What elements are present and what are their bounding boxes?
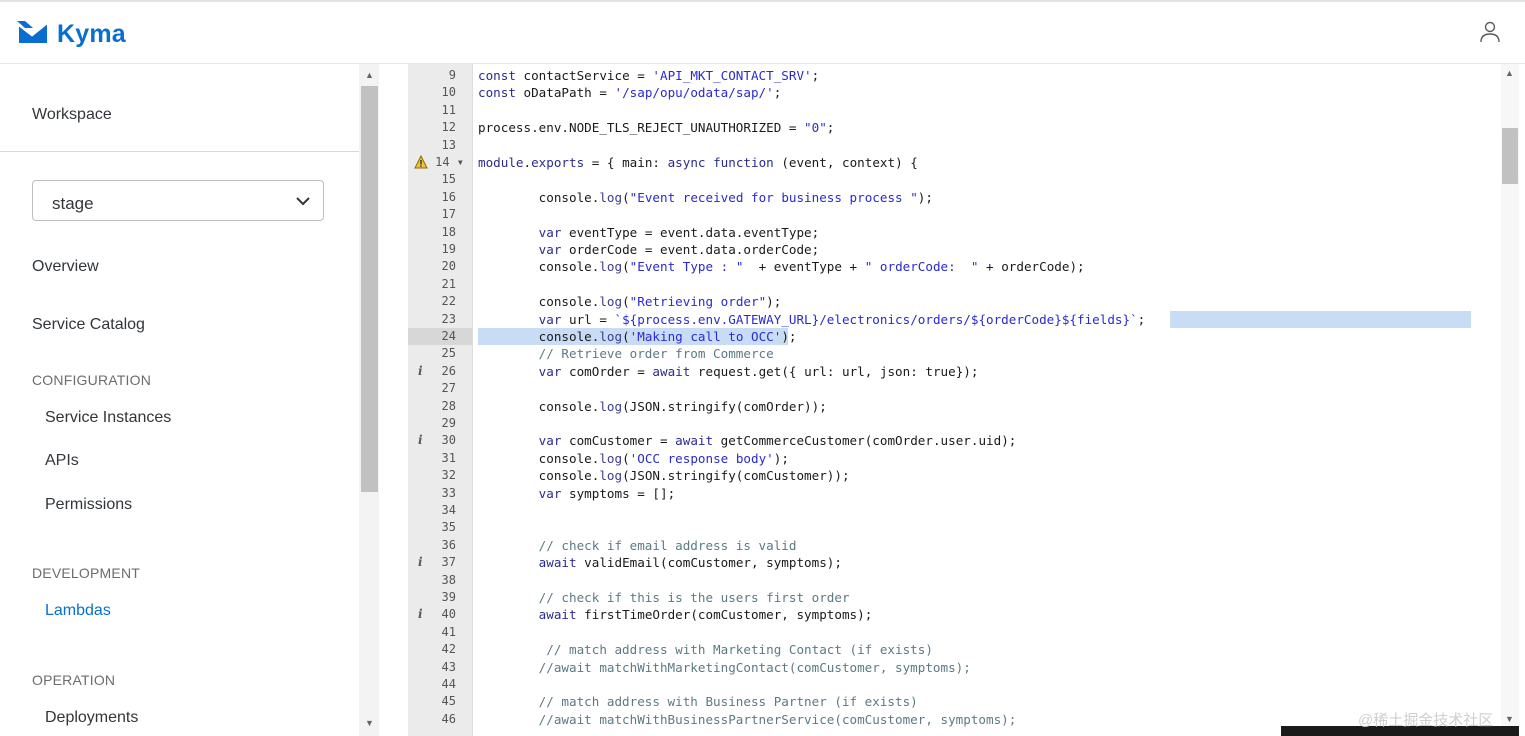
scroll-down-arrow-icon[interactable]: ▼ <box>365 718 374 728</box>
line-number: 33 <box>441 485 456 500</box>
line-number: 16 <box>441 189 456 204</box>
line-number: 12 <box>441 120 456 135</box>
code-line[interactable]: console.log('Making call to OCC'); <box>478 328 797 345</box>
code-line[interactable]: console.log("Retrieving order"); <box>478 293 782 310</box>
sidebar-item-apis[interactable]: APIs <box>45 452 79 470</box>
workspace-link[interactable]: Workspace <box>32 106 112 124</box>
line-number: 44 <box>441 677 456 691</box>
code-line[interactable]: const contactService = 'API_MKT_CONTACT_… <box>478 67 819 84</box>
line-number: 13 <box>441 137 456 152</box>
line-number: 46 <box>441 711 456 726</box>
line-number: 43 <box>441 659 456 674</box>
line-number: 21 <box>441 276 456 291</box>
info-icon[interactable]: i <box>418 363 423 380</box>
line-number: 10 <box>441 85 456 100</box>
section-configuration: CONFIGURATION <box>32 372 152 388</box>
sidebar-item-service-instances[interactable]: Service Instances <box>45 409 171 427</box>
code-line[interactable]: process.env.NODE_TLS_REJECT_UNAUTHORIZED… <box>478 119 834 136</box>
kyma-logo[interactable]: Kyma <box>17 18 126 50</box>
line-number: 19 <box>441 242 456 256</box>
code-line[interactable]: var orderCode = event.data.orderCode; <box>478 241 820 258</box>
code-line[interactable]: const oDataPath = '/sap/opu/odata/sap/'; <box>478 84 781 101</box>
code-line[interactable]: var eventType = event.data.eventType; <box>478 224 820 241</box>
line-number: 18 <box>441 224 456 239</box>
code-editor[interactable]: 9 const contactService = 'API_MKT_CONTACT… <box>380 64 1501 736</box>
line-number: 9 <box>448 68 456 82</box>
code-line[interactable]: var url = `${process.env.GATEWAY_URL}/el… <box>478 311 1146 328</box>
sidebar: Workspace stage Overview Service Catalog… <box>0 64 359 736</box>
code-line[interactable]: await validEmail(comCustomer, symptoms); <box>478 554 842 571</box>
code-line[interactable]: // check if email address is valid <box>478 537 797 554</box>
code-line[interactable]: var comCustomer = await getCommerceCusto… <box>478 432 1017 449</box>
line-number: 24 <box>441 329 456 343</box>
line-number: 20 <box>441 259 456 274</box>
line-number: 39 <box>441 590 456 604</box>
editor-scrollbar-thumb[interactable] <box>1502 128 1518 184</box>
sidebar-divider <box>0 151 359 152</box>
code-line[interactable]: // Retrieve order from Commerce <box>478 345 774 362</box>
code-line[interactable]: console.log("Event received for business… <box>478 189 933 206</box>
line-number: 15 <box>441 172 456 187</box>
code-line[interactable]: await firstTimeOrder(comCustomer, sympto… <box>478 606 873 623</box>
line-number: 28 <box>441 398 456 413</box>
kyma-logo-icon <box>17 21 48 43</box>
line-number: 29 <box>441 416 456 430</box>
line-number: 40 <box>441 607 456 622</box>
code-line[interactable]: console.log('OCC response body'); <box>478 450 789 467</box>
line-number: 45 <box>441 694 456 709</box>
line-number: 11 <box>441 102 456 117</box>
line-number: 34 <box>441 503 456 517</box>
line-number: 37 <box>441 555 456 570</box>
sidebar-item-overview[interactable]: Overview <box>32 258 99 276</box>
code-line[interactable]: // check if this is the users first orde… <box>478 589 850 606</box>
scroll-up-arrow-icon[interactable]: ▲ <box>365 70 374 80</box>
sidebar-item-service-catalog[interactable]: Service Catalog <box>32 316 145 334</box>
code-line[interactable]: var comOrder = await request.get({ url: … <box>478 363 979 380</box>
section-operation: OPERATION <box>32 672 116 688</box>
sidebar-scrollbar-thumb[interactable] <box>361 86 378 492</box>
user-icon[interactable] <box>1478 20 1502 44</box>
namespace-select[interactable]: stage <box>32 180 324 221</box>
app-title: Kyma <box>57 19 126 48</box>
line-number: 30 <box>441 433 456 448</box>
line-number: 17 <box>441 207 456 222</box>
code-line[interactable]: module.exports = { main: async function … <box>478 154 918 171</box>
info-icon[interactable]: i <box>418 606 423 623</box>
chevron-down-icon <box>296 197 310 206</box>
line-number: 32 <box>441 468 456 483</box>
code-line[interactable]: console.log("Event Type : " + eventType … <box>478 258 1085 275</box>
line-number: 42 <box>441 642 456 657</box>
code-line[interactable]: console.log(JSON.stringify(comCustomer))… <box>478 467 850 484</box>
section-development: DEVELOPMENT <box>32 565 140 581</box>
code-line[interactable]: //await matchWithMarketingContact(comCus… <box>478 659 971 676</box>
line-number: 36 <box>441 537 456 552</box>
editor-scroll-up-icon[interactable]: ▲ <box>1505 68 1514 78</box>
sidebar-item-lambdas[interactable]: Lambdas <box>45 602 111 620</box>
line-number: 41 <box>441 624 456 639</box>
info-icon[interactable]: i <box>418 554 423 571</box>
line-number: 27 <box>441 381 456 396</box>
line-number: 31 <box>441 450 456 465</box>
code-line[interactable]: // match address with Business Partner (… <box>478 693 918 710</box>
sidebar-item-permissions[interactable]: Permissions <box>45 496 132 514</box>
line-number: 25 <box>441 346 456 361</box>
code-line[interactable]: console.log(JSON.stringify(comOrder)); <box>478 398 827 415</box>
line-number: 22 <box>441 294 456 309</box>
selection-highlight <box>1170 310 1471 328</box>
line-number: 23 <box>441 311 456 326</box>
editor-scroll-down-icon[interactable]: ▼ <box>1505 714 1514 724</box>
line-number: 35 <box>441 520 456 535</box>
warning-icon[interactable] <box>414 155 428 169</box>
code-line[interactable]: var symptoms = []; <box>478 485 675 502</box>
namespace-value: stage <box>52 194 94 213</box>
sidebar-item-deployments[interactable]: Deployments <box>45 709 138 727</box>
line-number: 38 <box>441 572 456 587</box>
watermark: @稀土掘金技术社区 <box>1358 712 1494 729</box>
top-bar: Kyma <box>0 0 1525 64</box>
info-icon[interactable]: i <box>418 432 423 449</box>
code-line[interactable]: //await matchWithBusinessPartnerService(… <box>478 711 1017 728</box>
line-number: 26 <box>441 363 456 378</box>
code-line[interactable]: // match address with Marketing Contact … <box>478 641 933 658</box>
